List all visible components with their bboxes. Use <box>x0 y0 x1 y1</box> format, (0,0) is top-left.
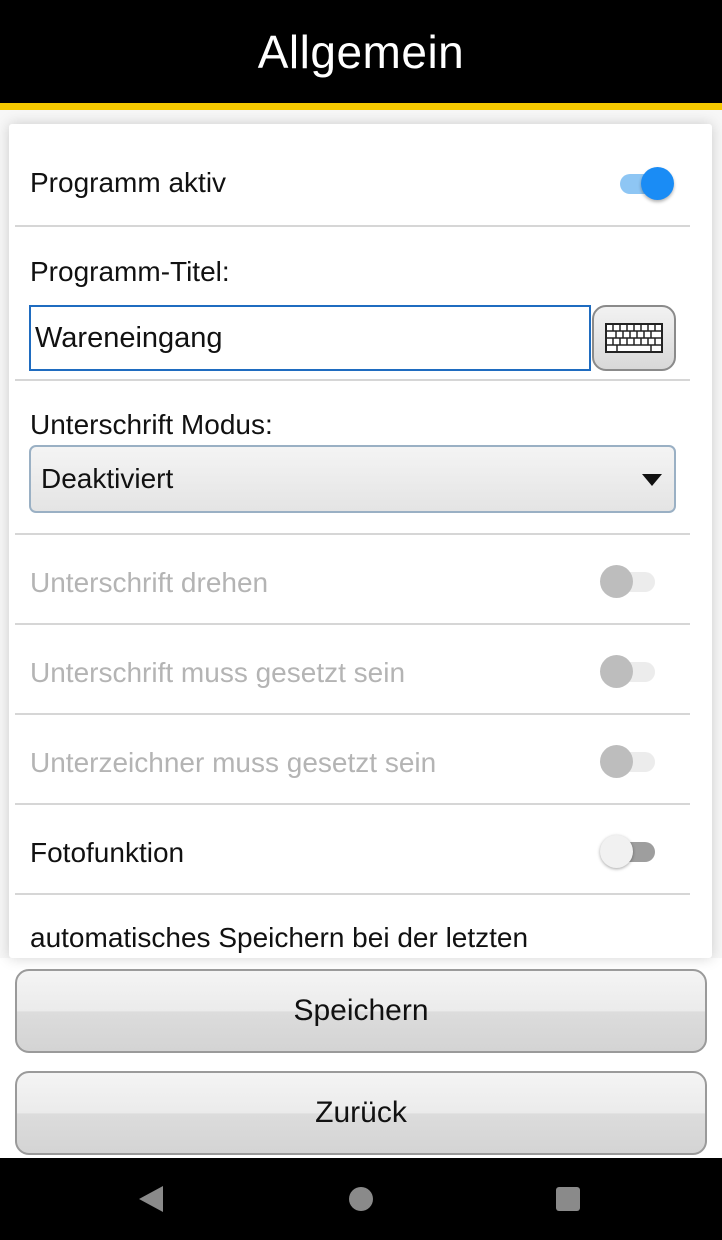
programm-aktiv-switch[interactable] <box>617 163 675 203</box>
switch-thumb <box>600 835 633 868</box>
dropdown-arrow-icon <box>642 474 662 486</box>
select-value: Deaktiviert <box>41 463 174 494</box>
programm-titel-input[interactable]: Wareneingang <box>29 305 591 371</box>
nav-back-icon[interactable] <box>139 1186 163 1212</box>
setting-row-unterschrift-muss: Unterschrift muss gesetzt sein <box>15 625 690 715</box>
system-nav-bar <box>0 1158 722 1240</box>
unterschrift-muss-label: Unterschrift muss gesetzt sein <box>30 657 406 688</box>
fotofunktion-switch[interactable] <box>600 831 658 871</box>
unterschrift-drehen-label: Unterschrift drehen <box>30 567 269 598</box>
setting-row-programm-aktiv: Programm aktiv <box>15 124 690 227</box>
unterschrift-muss-switch[interactable] <box>600 651 658 691</box>
switch-thumb <box>600 655 633 688</box>
switch-thumb <box>600 745 633 778</box>
fotofunktion-label: Fotofunktion <box>30 837 185 868</box>
nav-home-icon[interactable] <box>349 1187 373 1211</box>
back-button[interactable]: Zurück <box>15 1071 707 1155</box>
page-title: Allgemein <box>257 25 465 78</box>
settings-card[interactable]: Programm aktiv Programm-Titel: Wareneing… <box>9 124 712 958</box>
switch-thumb <box>600 565 633 598</box>
setting-row-fotofunktion: Fotofunktion <box>15 805 690 895</box>
unterschrift-modus-select[interactable]: Deaktiviert <box>29 445 676 513</box>
switch-thumb <box>641 167 674 200</box>
header-accent-stripe <box>0 103 722 110</box>
keyboard-icon <box>605 323 663 353</box>
nav-recent-icon[interactable] <box>556 1187 580 1211</box>
content-area: Programm aktiv Programm-Titel: Wareneing… <box>0 110 722 958</box>
unterzeichner-muss-label: Unterzeichner muss gesetzt sein <box>30 747 437 778</box>
programm-aktiv-label: Programm aktiv <box>30 167 227 198</box>
programm-titel-label: Programm-Titel: <box>30 256 230 287</box>
unterzeichner-muss-switch[interactable] <box>600 741 658 781</box>
setting-row-unterzeichner-muss: Unterzeichner muss gesetzt sein <box>15 715 690 805</box>
app-header: Allgemein <box>0 0 722 103</box>
unterschrift-modus-label: Unterschrift Modus: <box>30 409 273 440</box>
save-button[interactable]: Speichern <box>15 969 707 1053</box>
setting-row-unterschrift-drehen: Unterschrift drehen <box>15 535 690 625</box>
unterschrift-drehen-switch[interactable] <box>600 561 658 601</box>
auto-speichern-label: automatisches Speichern bei der letzten <box>30 922 529 953</box>
keyboard-button[interactable] <box>592 305 676 371</box>
